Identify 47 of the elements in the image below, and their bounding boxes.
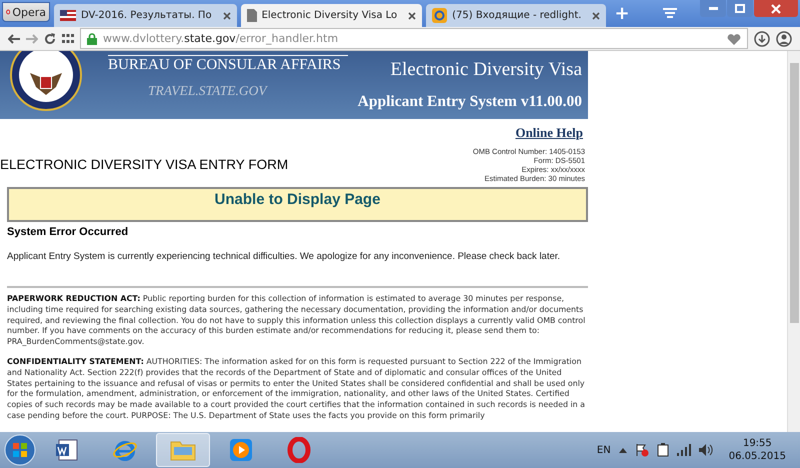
program-title: Electronic Diversity Visa [390,59,582,81]
close-icon[interactable] [222,12,231,20]
error-heading: System Error Occurred [6,225,130,238]
scrollbar[interactable] [787,51,800,432]
opera-menu-button[interactable]: Opera [2,2,50,22]
at-sign-icon [432,8,448,23]
volume-icon[interactable] [698,444,713,456]
close-icon[interactable] [592,12,600,20]
maximize-icon [735,4,745,13]
agency-name: BUREAU OF CONSULAR AFFAIRS [108,55,348,74]
seal-emblem-icon [10,51,82,111]
document-app-icon[interactable] [55,438,79,462]
system-version: Applicant Entry System v11.00.00 [358,93,582,111]
start-orb-icon[interactable] [4,434,36,466]
user-icon[interactable] [776,30,792,46]
error-banner: Unable to Display Page [7,187,588,222]
flag-warning-icon[interactable] [634,443,649,457]
page-icon [246,9,257,22]
lock-icon [87,32,97,44]
signal-icon[interactable] [676,444,691,456]
browser-tab[interactable]: Electronic Diversity Visa Lo [240,4,422,27]
maximize-button[interactable] [727,0,753,17]
grid-icon[interactable] [62,34,74,44]
back-icon[interactable] [8,34,20,44]
clock[interactable]: 19:55 06.05.2015 [720,438,794,462]
browser-tab[interactable]: DV-2016. Результаты. По [54,4,237,27]
flag-icon [60,10,76,21]
play-icon[interactable] [229,438,253,462]
close-window-button[interactable] [754,0,798,17]
opera-o-icon[interactable] [287,437,311,463]
close-icon [771,4,781,14]
browser-tab[interactable]: (75) Входящие - redlight. [426,4,606,27]
site-name: TRAVEL.STATE.GOV [147,83,269,99]
minimize-button[interactable] [700,0,726,17]
heart-icon[interactable] [727,32,741,44]
address-field[interactable]: www.dvlottery.state.gov/error_handler.htm [80,28,748,49]
download-icon[interactable] [754,30,770,46]
chevron-up-icon[interactable] [618,447,627,453]
error-message: Applicant Entry System is currently experiencing technical difficulties. We apologize for any inconvenience. Please check back later. [6,250,562,262]
reload-icon[interactable] [44,32,56,44]
close-icon[interactable] [408,12,416,20]
minimize-icon [708,7,718,10]
online-help-link[interactable]: Online Help [515,125,583,141]
language-indicator[interactable]: EN [596,444,611,456]
battery-icon[interactable] [656,443,669,457]
form-title: ELECTRONIC DIVERSITY VISA ENTRY FORM [0,157,288,172]
tab-list-icon[interactable] [663,8,677,20]
